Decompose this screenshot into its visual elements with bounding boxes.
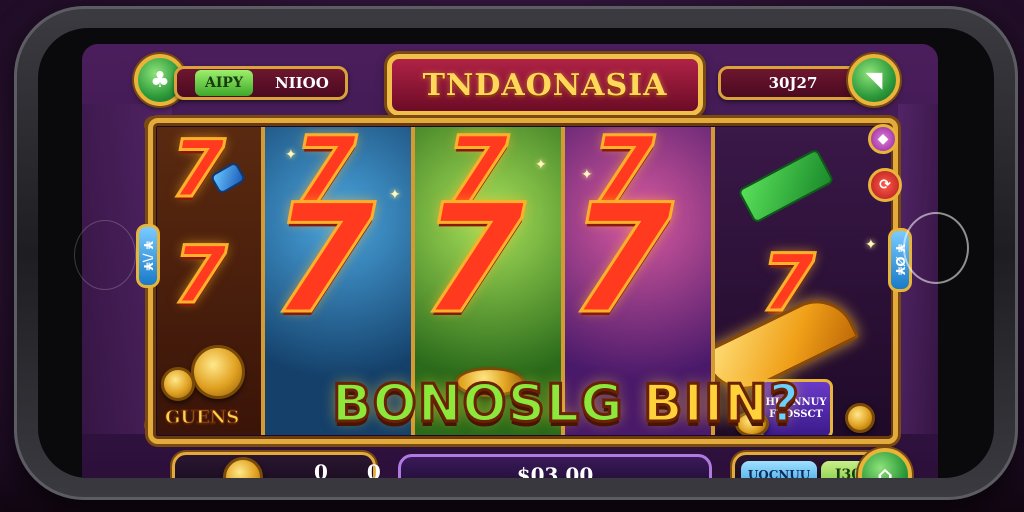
top-bar: ♣ AIPY NIIOO TNDAONASIA 30J27 ◥ (82, 44, 938, 126)
game-title: TNDAONASIA (422, 67, 668, 103)
right-value: 30J27 (768, 74, 818, 92)
right-info-pill: 30J27 (718, 66, 868, 100)
seven-symbol: 7 (269, 173, 376, 347)
sound-icon[interactable]: ◥ (848, 54, 900, 106)
seven-symbol: 7 (567, 173, 674, 347)
coin-symbol (845, 403, 875, 433)
overlay-ring (903, 212, 969, 284)
spin-icon[interactable]: ⟳ (868, 168, 902, 202)
seven-symbol: 7 (419, 173, 526, 347)
coin-symbol (191, 345, 245, 399)
overlay-ring (74, 220, 136, 290)
win-display: $03.00 (398, 454, 712, 478)
reel-1: 7 7 GUENS (157, 127, 265, 435)
left-value: NIIOO (274, 74, 329, 92)
bonus-banner: BONOSLG BIIN? (331, 373, 801, 436)
slot-game-screen: ♣ AIPY NIIOO TNDAONASIA 30J27 ◥ 7 7 GUEN… (82, 44, 938, 478)
phone-device: ♣ AIPY NIIOO TNDAONASIA 30J27 ◥ 7 7 GUEN… (14, 6, 1018, 500)
bonus-banner-word: BIIN (641, 373, 769, 436)
guens-label: GUENS (164, 407, 240, 429)
banknote-symbol (737, 148, 835, 224)
gem-icon[interactable]: ◆ (868, 124, 898, 154)
bonus-banner-word: BONOSLG (331, 373, 625, 436)
game-title-plate: TNDAONASIA (387, 54, 703, 116)
balance-value: 0 0 (314, 460, 397, 478)
left-tag: AIPY (195, 70, 253, 96)
phone-screen: ♣ AIPY NIIOO TNDAONASIA 30J27 ◥ 7 7 GUEN… (38, 28, 994, 478)
bet-button[interactable]: UOCNUU (741, 461, 817, 478)
bonus-banner-mark: ? (767, 373, 800, 436)
bottom-bar: 0 0 $03.00 UOCNUU I30 ⌂ (82, 448, 938, 478)
coin-icon (223, 457, 263, 478)
left-info-pill: AIPY NIIOO (174, 66, 348, 100)
win-value: $03.00 (516, 463, 594, 478)
left-side-tab[interactable]: ¥ /\¥ (136, 224, 160, 288)
coin-symbol (161, 367, 195, 401)
seven-symbol: 7 (171, 231, 228, 321)
